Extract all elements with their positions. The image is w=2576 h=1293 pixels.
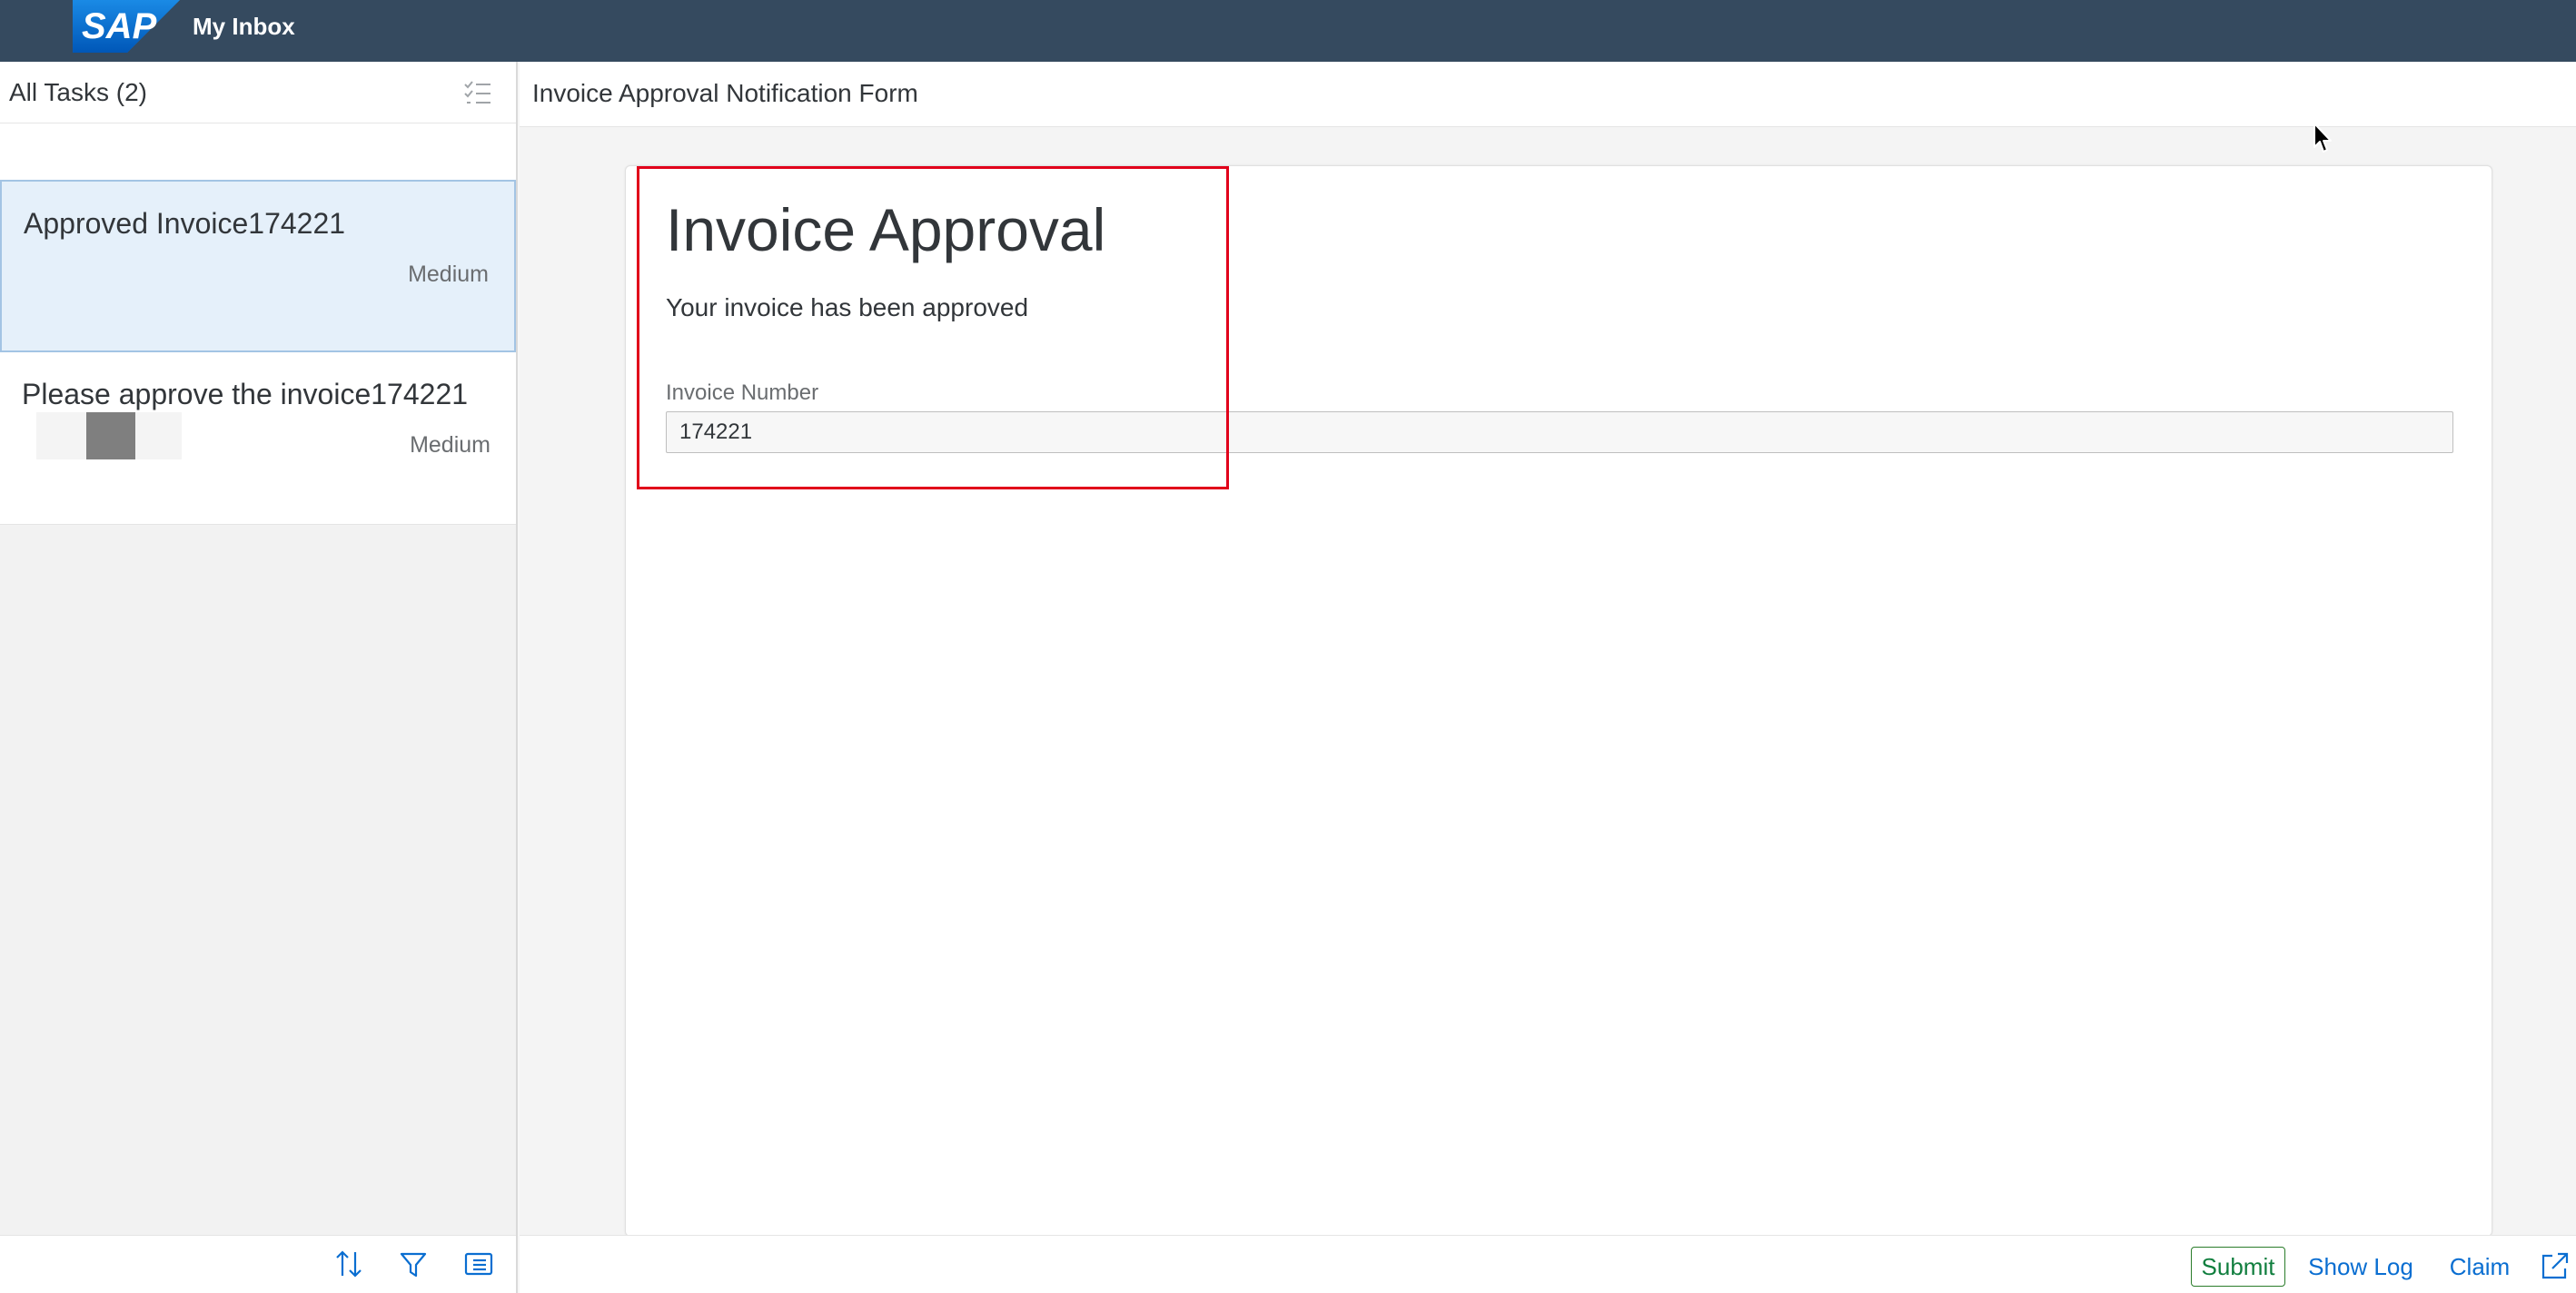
- sap-logo[interactable]: SAP: [73, 0, 180, 53]
- detail-footer-toolbar: Submit Show Log Claim: [520, 1235, 2576, 1293]
- task-priority: Medium: [410, 432, 490, 458]
- detail-header: Invoice Approval Notification Form: [520, 62, 2576, 127]
- sort-icon[interactable]: [333, 1249, 364, 1279]
- mouse-cursor-icon: [2313, 123, 2332, 153]
- invoice-number-field[interactable]: [666, 411, 2453, 453]
- form-heading: Invoice Approval: [666, 196, 1106, 263]
- detail-content: Invoice Approval Your invoice has been a…: [520, 127, 2576, 1237]
- claim-button[interactable]: Claim: [2442, 1247, 2518, 1287]
- submit-button[interactable]: Submit: [2191, 1247, 2285, 1287]
- master-footer-toolbar: [0, 1235, 516, 1293]
- task-item-approved-invoice[interactable]: Approved Invoice174221 Medium: [0, 180, 516, 352]
- task-avatar: [36, 412, 182, 459]
- open-in-new-window-icon[interactable]: [2540, 1250, 2571, 1281]
- task-title: Please approve the invoice174221: [22, 378, 469, 410]
- invoice-number-label: Invoice Number: [666, 380, 819, 405]
- sap-logo-text: SAP: [82, 6, 157, 46]
- filter-icon[interactable]: [398, 1249, 429, 1279]
- task-list-title: All Tasks (2): [9, 78, 147, 106]
- task-title: Approved Invoice174221: [24, 207, 346, 240]
- master-header: All Tasks (2): [0, 62, 516, 123]
- detail-title: Invoice Approval Notification Form: [532, 79, 918, 107]
- form-card: Invoice Approval Your invoice has been a…: [625, 165, 2492, 1237]
- shell-header: SAP My Inbox: [0, 0, 2576, 62]
- task-list-panel: All Tasks (2) Search Approved Invoice174…: [0, 62, 518, 1293]
- group-icon[interactable]: [463, 1249, 494, 1279]
- task-item-please-approve[interactable]: Please approve the invoice174221 Medium: [0, 352, 516, 525]
- task-priority: Medium: [408, 262, 489, 287]
- form-message: Your invoice has been approved: [666, 293, 1029, 321]
- avatar-image: [86, 412, 135, 459]
- show-log-button[interactable]: Show Log: [2304, 1247, 2418, 1287]
- app-title: My Inbox: [193, 12, 295, 40]
- multi-select-icon[interactable]: [463, 80, 492, 107]
